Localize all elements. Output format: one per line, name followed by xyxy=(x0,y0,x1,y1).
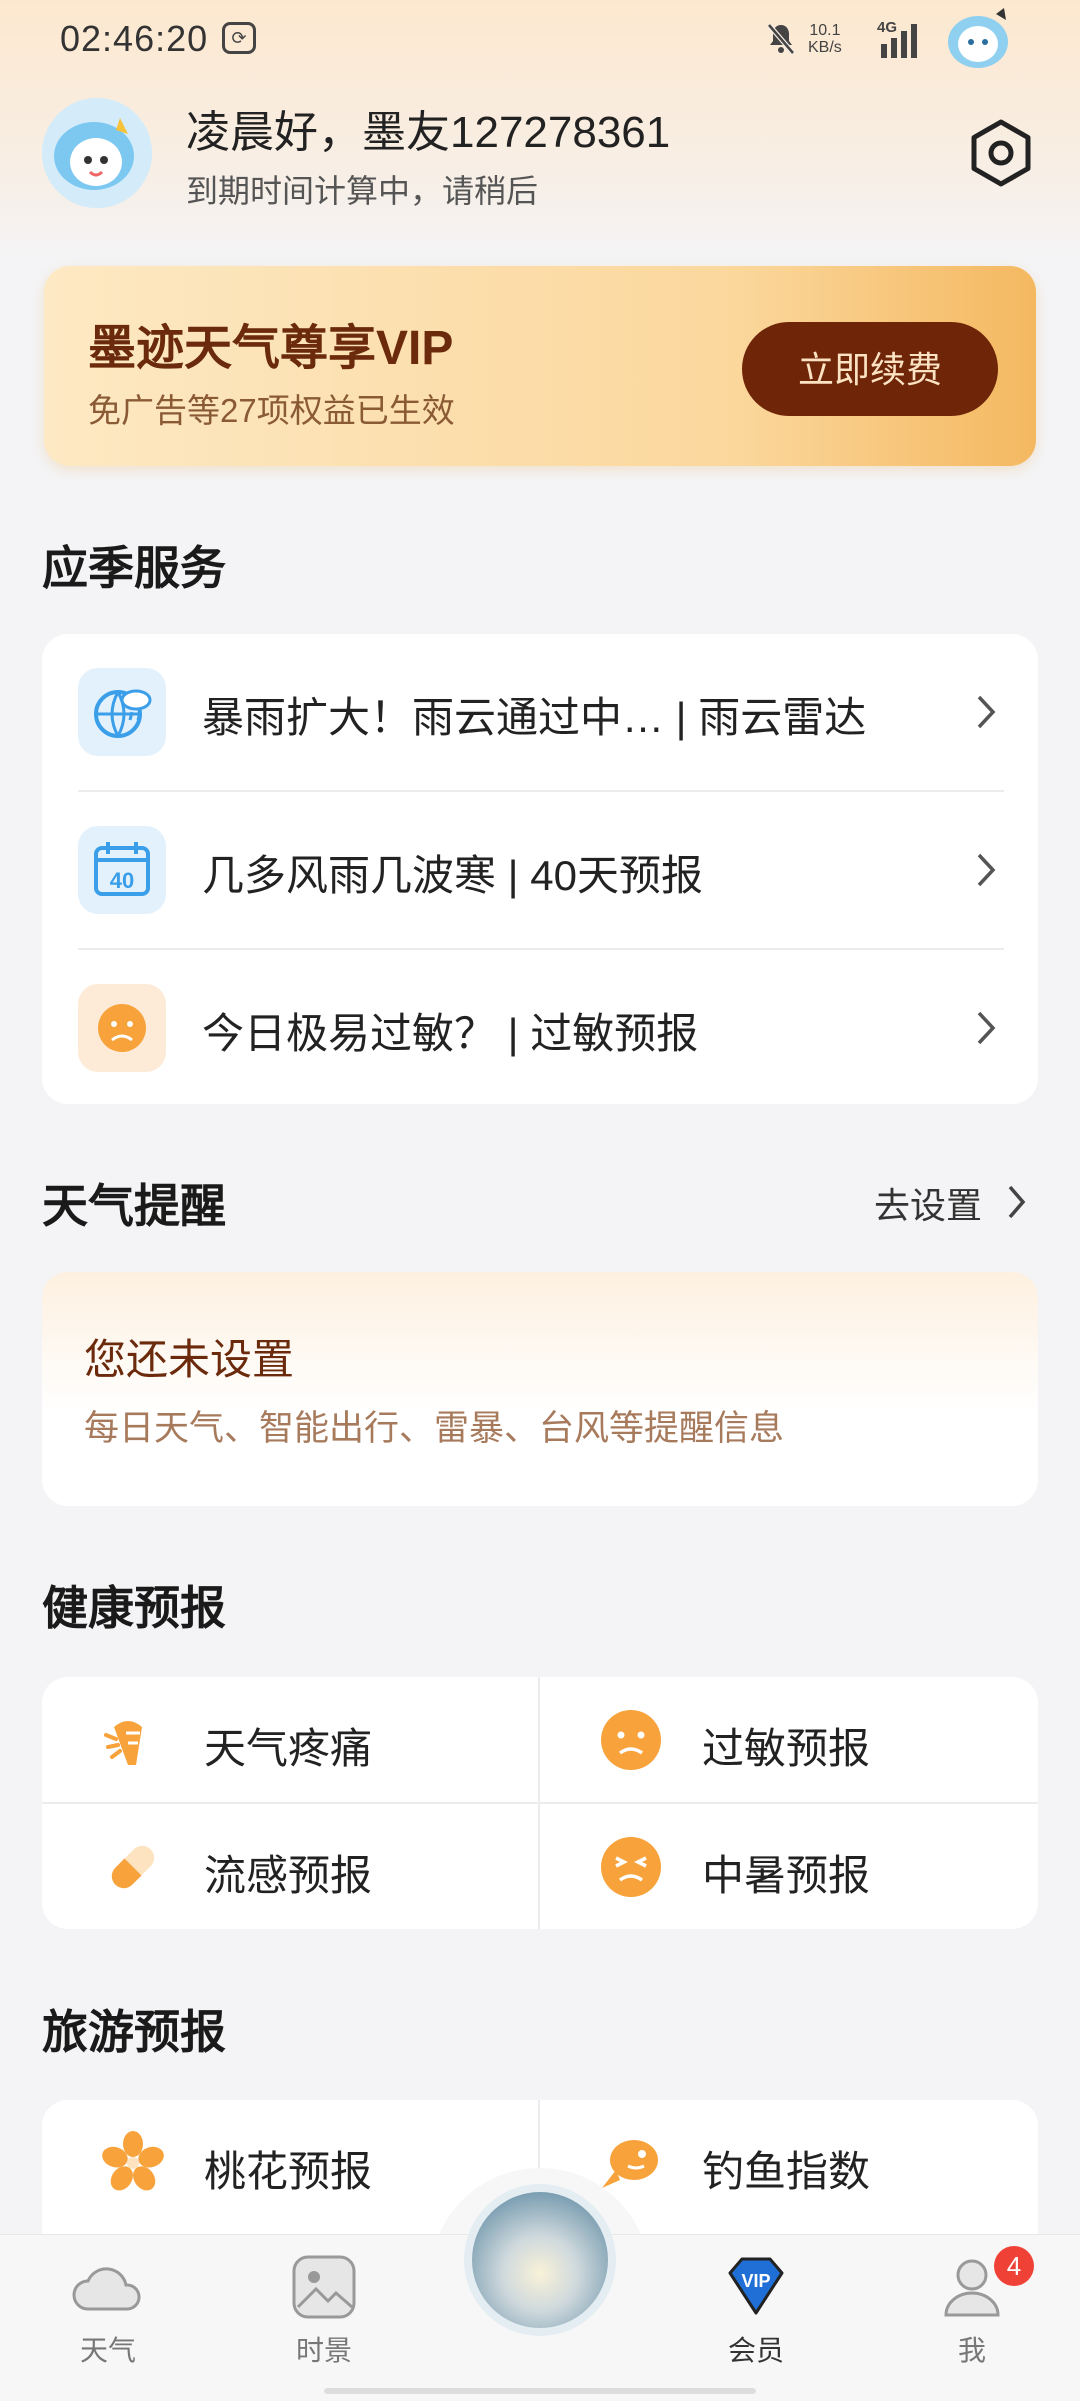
chevron-right-icon xyxy=(977,695,996,729)
network-type: 4G xyxy=(877,19,897,36)
health-label: 天气疼痛 xyxy=(204,1725,373,1772)
network-speed: 10.1 KB/s xyxy=(808,22,842,56)
health-item-allergy[interactable]: 过敏预报 xyxy=(540,1677,1036,1803)
vip-diamond-icon: VIP xyxy=(728,2257,784,2315)
center-scenery-button[interactable] xyxy=(464,2184,616,2336)
go-settings-link[interactable]: 去设置 xyxy=(874,1177,982,1229)
section-title-travel: 旅游预报 xyxy=(42,2006,226,2058)
rain-radar-icon xyxy=(78,668,166,756)
section-title-health: 健康预报 xyxy=(42,1582,226,1634)
nav-label: 时景 xyxy=(295,2335,352,2366)
notification-badge: 4 xyxy=(994,2246,1034,2286)
seasonal-services-card: 暴雨扩大！雨云通过中… | 雨云雷达 40 几多风雨几波寒 | 40天预报 今日… xyxy=(42,634,1038,1104)
section-title-reminder: 天气提醒 xyxy=(42,1180,226,1232)
service-label: 今日极易过敏？ | 过敏预报 xyxy=(202,1010,699,1057)
svg-text:40: 40 xyxy=(110,868,134,893)
reminder-card[interactable]: 您还未设置 每日天气、智能出行、雷暴、台风等提醒信息 xyxy=(42,1272,1038,1506)
travel-label: 钓鱼指数 xyxy=(702,2148,871,2195)
health-item-flu[interactable]: 流感预报 xyxy=(42,1804,538,1930)
health-label: 中暑预报 xyxy=(702,1852,871,1899)
peach-blossom-icon xyxy=(102,2131,164,2191)
health-item-pain[interactable]: 天气疼痛 xyxy=(42,1677,538,1803)
pill-icon xyxy=(111,1845,155,1889)
nav-label: 会员 xyxy=(727,2335,784,2366)
vip-subtitle: 免广告等27项权益已生效 xyxy=(88,392,455,429)
anime-sticker-icon xyxy=(948,8,1008,68)
status-bar: 02:46:20 ⟳ 10.1 KB/s 4G xyxy=(0,0,1080,80)
status-time: 02:46:20 xyxy=(60,18,209,59)
joint-pain-icon xyxy=(104,1721,142,1765)
service-row-rain-radar[interactable]: 暴雨扩大！雨云通过中… | 雨云雷达 xyxy=(42,634,1038,791)
allergy-face-icon xyxy=(601,1710,661,1770)
health-label: 流感预报 xyxy=(204,1852,373,1899)
user-avatar[interactable] xyxy=(42,98,152,208)
cloud-icon xyxy=(72,2267,141,2311)
speed-value: 10.1 xyxy=(809,22,841,39)
travel-label: 桃花预报 xyxy=(204,2148,373,2195)
signal-4g-icon: 4G xyxy=(877,19,917,58)
speed-unit: KB/s xyxy=(808,39,842,56)
nav-tab-weather[interactable]: 天气 xyxy=(48,2253,168,2393)
allergy-face-icon xyxy=(78,984,166,1072)
renew-button[interactable]: 立即续费 xyxy=(742,322,998,416)
expiry-subtitle: 到期时间计算中，请稍后 xyxy=(186,173,539,209)
service-label: 暴雨扩大！雨云通过中… | 雨云雷达 xyxy=(202,694,867,741)
chevron-right-icon[interactable] xyxy=(1006,1183,1028,1221)
fish-icon xyxy=(602,2140,658,2188)
vip-title: 墨迹天气尊享VIP xyxy=(88,322,454,375)
image-icon xyxy=(292,2255,356,2319)
calendar-40-icon: 40 xyxy=(78,826,166,914)
nav-label: 我 xyxy=(957,2335,986,2366)
vip-card[interactable]: 墨迹天气尊享VIP 免广告等27项权益已生效 立即续费 xyxy=(44,266,1036,466)
chevron-right-icon xyxy=(977,1011,996,1045)
nav-label: 天气 xyxy=(79,2335,136,2366)
reminder-card-subtitle: 每日天气、智能出行、雷暴、台风等提醒信息 xyxy=(84,1409,785,1448)
sync-icon: ⟳ xyxy=(222,22,256,54)
home-indicator[interactable] xyxy=(324,2388,756,2394)
section-title-seasonal: 应季服务 xyxy=(42,542,226,594)
settings-hex-icon[interactable] xyxy=(966,118,1036,188)
health-label: 过敏预报 xyxy=(702,1725,871,1772)
mute-bell-icon xyxy=(767,23,795,55)
svg-text:VIP: VIP xyxy=(741,2271,770,2291)
service-row-allergy[interactable]: 今日极易过敏？ | 过敏预报 xyxy=(42,950,1038,1107)
service-label: 几多风雨几波寒 | 40天预报 xyxy=(202,852,703,899)
nav-tab-vip[interactable]: VIP 会员 xyxy=(696,2253,816,2393)
nav-tab-scenery[interactable]: 时景 xyxy=(264,2253,384,2393)
greeting-text: 凌晨好，墨友127278361 xyxy=(186,108,671,157)
health-forecast-card: 天气疼痛 过敏预报 流感预报 中暑预报 xyxy=(42,1677,1038,1929)
reminder-card-title: 您还未设置 xyxy=(84,1336,295,1383)
health-item-heatstroke[interactable]: 中暑预报 xyxy=(540,1804,1036,1930)
heatstroke-face-icon xyxy=(601,1837,661,1897)
chevron-right-icon xyxy=(977,853,996,887)
service-row-40day[interactable]: 40 几多风雨几波寒 | 40天预报 xyxy=(42,792,1038,949)
